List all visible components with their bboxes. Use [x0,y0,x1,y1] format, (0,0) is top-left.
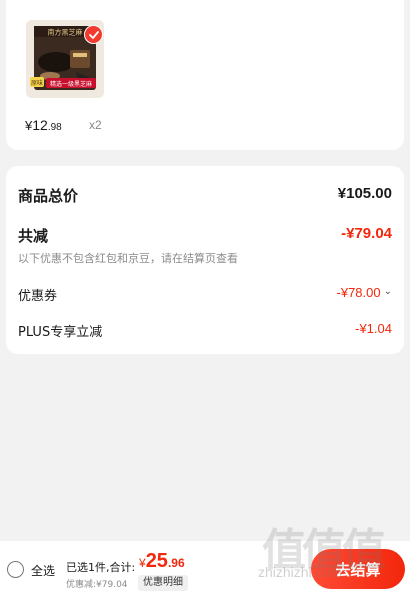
price-summary-card: 商品总价 ¥105.00 共减 -¥79.04 以下优惠不包含红包和京豆，请在结… [6,166,404,354]
selected-count-text: 已选1件,合计: [66,561,136,574]
discount-detail-button[interactable]: 优惠明细 [138,575,188,591]
product-quantity: x2 [89,118,102,132]
product-price-int: 12 [32,117,48,133]
cart-total-int: 25 [145,550,168,572]
coupon-label: 优惠券 [18,289,58,304]
chevron-down-icon: ⌄ [383,286,392,297]
coupon-row-value[interactable]: -¥78.00 ⌄ [337,285,392,300]
total-reduction-label: 共减 [18,227,49,245]
thumb-banner: 精选一级黑芝麻 [50,80,92,88]
thumb-tag: 原味 [31,79,43,87]
product-price-dec: .98 [47,122,62,133]
plus-discount-value: -¥1.04 [355,321,392,336]
thumb-brand: 南方黑芝麻 [48,28,83,37]
goods-total-label: 商品总价 [18,187,79,205]
watermark-url: zhizhizhi.com [258,564,343,580]
cart-total-currency: ¥ [139,556,146,570]
cart-total-dec: .96 [167,556,185,570]
coupon-value: -¥78.00 [336,285,381,300]
product-card: 南方黑芝麻 原味 精选一级黑芝麻 ¥12.98 x2 [6,0,404,150]
selected-check-icon[interactable] [84,25,103,44]
discount-note: 以下优惠不包含红包和京豆，请在结算页查看 [18,252,238,265]
product-price: ¥12.98 [25,117,62,133]
cart-total-price: ¥25.96 [139,550,185,573]
discount-summary: 优惠减:¥79.04 [66,580,128,590]
select-all-radio[interactable] [7,561,24,578]
total-reduction-value: -¥79.04 [341,225,392,242]
plus-discount-label: PLUS专享立减 [18,325,103,340]
goods-total-value: ¥105.00 [337,185,392,202]
select-all-label[interactable]: 全选 [31,562,55,579]
